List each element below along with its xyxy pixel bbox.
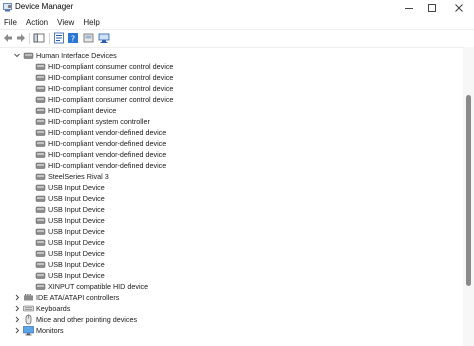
device-tree[interactable]: Human Interface Devices HID-compliant co… (0, 47, 463, 346)
mouse-icon (25, 314, 32, 325)
category-label: Mice and other pointing devices (36, 315, 138, 324)
hid-device-icon (35, 217, 46, 224)
hid-device-icon (35, 250, 46, 257)
device-label: USB Input Device (48, 238, 105, 247)
close-button[interactable] (446, 0, 472, 15)
category-label: Monitors (36, 326, 64, 335)
hid-device-icon (35, 85, 46, 92)
properties-icon[interactable] (53, 32, 65, 44)
device-label: USB Input Device (48, 194, 105, 203)
hid-category-icon (23, 52, 34, 59)
hid-device-icon (35, 96, 46, 103)
device-label: USB Input Device (48, 205, 105, 214)
hid-device-icon (35, 206, 46, 213)
minimize-icon (405, 7, 413, 9)
window-title: Device Manager (15, 2, 74, 11)
device-label: SteelSeries Rival 3 (48, 172, 109, 181)
device-label: USB Input Device (48, 183, 105, 192)
toolbar-divider (49, 33, 50, 44)
hid-device-icon (35, 162, 46, 169)
device-label: USB Input Device (48, 216, 105, 225)
device-label: USB Input Device (48, 249, 105, 258)
menu-action[interactable]: Action (22, 16, 51, 28)
chevron-right-icon[interactable] (13, 325, 21, 336)
toolbar-divider (29, 33, 30, 44)
ide-controller-icon (24, 294, 33, 301)
hid-device-icon (35, 118, 46, 125)
keyboard-icon (23, 305, 34, 312)
help-icon[interactable]: ? (67, 32, 79, 44)
device-label: HID-compliant system controller (48, 117, 150, 126)
menu-view[interactable]: View (53, 16, 77, 28)
hid-device-icon (35, 283, 46, 290)
device-label: HID-compliant device (48, 106, 117, 115)
category-label: Keyboards (36, 304, 71, 313)
device-label: USB Input Device (48, 271, 105, 280)
hid-device-icon (35, 272, 46, 279)
vertical-scrollbar[interactable] (463, 47, 474, 346)
update-driver-icon[interactable] (83, 32, 95, 44)
forward-arrow-icon[interactable] (15, 32, 27, 44)
hid-device-icon (35, 129, 46, 136)
show-hide-console-tree-icon[interactable] (33, 32, 45, 44)
monitor-icon (23, 326, 34, 336)
back-arrow-icon[interactable] (2, 32, 14, 44)
toolbar: ? (0, 29, 474, 48)
close-icon (455, 3, 463, 12)
device-label: USB Input Device (48, 227, 105, 236)
device-label: HID-compliant vendor-defined device (48, 139, 167, 148)
hid-device-icon (35, 239, 46, 246)
maximize-icon (428, 3, 436, 12)
menu-bar: File Action View Help (0, 16, 474, 28)
chevron-right-icon[interactable] (13, 303, 21, 314)
hid-device-icon (35, 63, 46, 70)
device-label: HID-compliant vendor-defined device (48, 150, 167, 159)
chevron-right-icon[interactable] (13, 314, 21, 325)
hid-device-icon (35, 151, 46, 158)
device-manager-icon (3, 3, 12, 12)
menu-help[interactable]: Help (79, 16, 102, 28)
hid-device-icon (35, 107, 46, 114)
scrollbar-thumb[interactable] (466, 95, 471, 286)
device-label: HID-compliant consumer control device (48, 73, 174, 82)
device-label: HID-compliant consumer control device (48, 95, 174, 104)
hid-device-icon (35, 140, 46, 147)
chevron-down-icon[interactable] (13, 50, 21, 61)
title-bar: Device Manager (0, 0, 474, 15)
hid-device-icon (35, 173, 46, 180)
menu-file[interactable]: File (0, 16, 20, 28)
device-label: HID-compliant consumer control device (48, 62, 174, 71)
hid-device-icon (35, 228, 46, 235)
hid-device-icon (35, 195, 46, 202)
category-label: Human Interface Devices (36, 51, 117, 60)
device-label: HID-compliant vendor-defined device (48, 128, 167, 137)
hid-device-icon (35, 184, 46, 191)
device-label: HID-compliant vendor-defined device (48, 161, 167, 170)
svg-text:?: ? (71, 34, 75, 43)
scan-hardware-icon[interactable] (98, 32, 110, 44)
device-label: USB Input Device (48, 260, 105, 269)
maximize-button[interactable] (419, 0, 445, 15)
hid-device-icon (35, 261, 46, 268)
device-label: XINPUT compatible HID device (48, 282, 149, 291)
device-label: HID-compliant consumer control device (48, 84, 174, 93)
hid-device-icon (35, 74, 46, 81)
chevron-right-icon[interactable] (13, 292, 21, 303)
category-label: IDE ATA/ATAPI controllers (36, 293, 120, 302)
